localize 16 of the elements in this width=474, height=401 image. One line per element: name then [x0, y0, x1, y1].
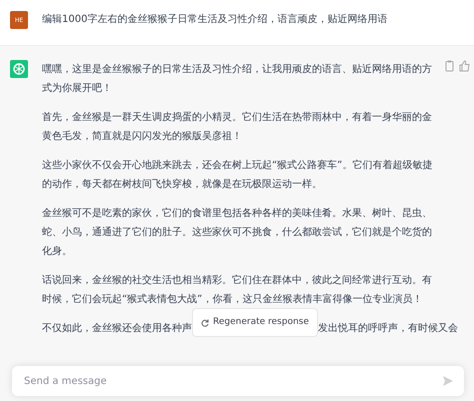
- response-paragraph-fragment: 发出悦耳的呼呼声，有时候又会: [318, 322, 458, 336]
- thumbs-up-icon[interactable]: [459, 60, 470, 72]
- message-input[interactable]: Send a message: [22, 372, 442, 390]
- user-message: 编辑1000字左右的金丝猴猴子日常生活及习性介绍，语言顽皮，贴近网络用语: [42, 12, 388, 27]
- regenerate-button[interactable]: Regenerate response: [192, 308, 318, 337]
- message-field[interactable]: Send a message: [12, 366, 464, 396]
- copy-icon[interactable]: [444, 60, 455, 72]
- response-paragraph-fragment: 不仅如此，金丝猴还会使用各种声: [42, 322, 192, 336]
- response-paragraph: 嘿嘿，这里是金丝猴猴子的日常生活及习性介绍，让我用顽皮的语言、贴近网络用语的方式为你展开吧！: [42, 62, 433, 96]
- refresh-icon: [201, 318, 209, 326]
- response-paragraph: 这些小家伙不仅会开心地跳来跳去，还会在树上玩起“猴式公路赛车”。它们有着超级敏捷的动作，每天都在树枝间飞快穿梭，就像是在玩极限运动一样。: [42, 158, 434, 192]
- response-paragraph: 话说回来，金丝猴的社交生活也相当精彩。它们住在群体中，彼此之间经常进行互动。有时候，它们会玩起“猴式表情包大战”，你看，这只金丝猴表情丰富得像一位专业演员！: [42, 274, 433, 307]
- response-paragraph: 首先，金丝猴是一群天生调皮捣蛋的小精灵。它们生活在热带雨林中，有着一身华丽的金黄色毛发，简直就是闪闪发光的猴版吴彦祖！: [42, 110, 433, 144]
- response-paragraph: 金丝猴可不是吃素的家伙，它们的食谱里包括各种各样的美味佳肴。水果、树叶、昆虫、蛇、小鸟，通通进了它们的肚子。这些家伙可不挑食，什么都敢尝试，它们就是个吃货的化身。: [42, 206, 433, 259]
- assistant-avatar-icon: [10, 60, 28, 78]
- send-icon[interactable]: [442, 375, 454, 387]
